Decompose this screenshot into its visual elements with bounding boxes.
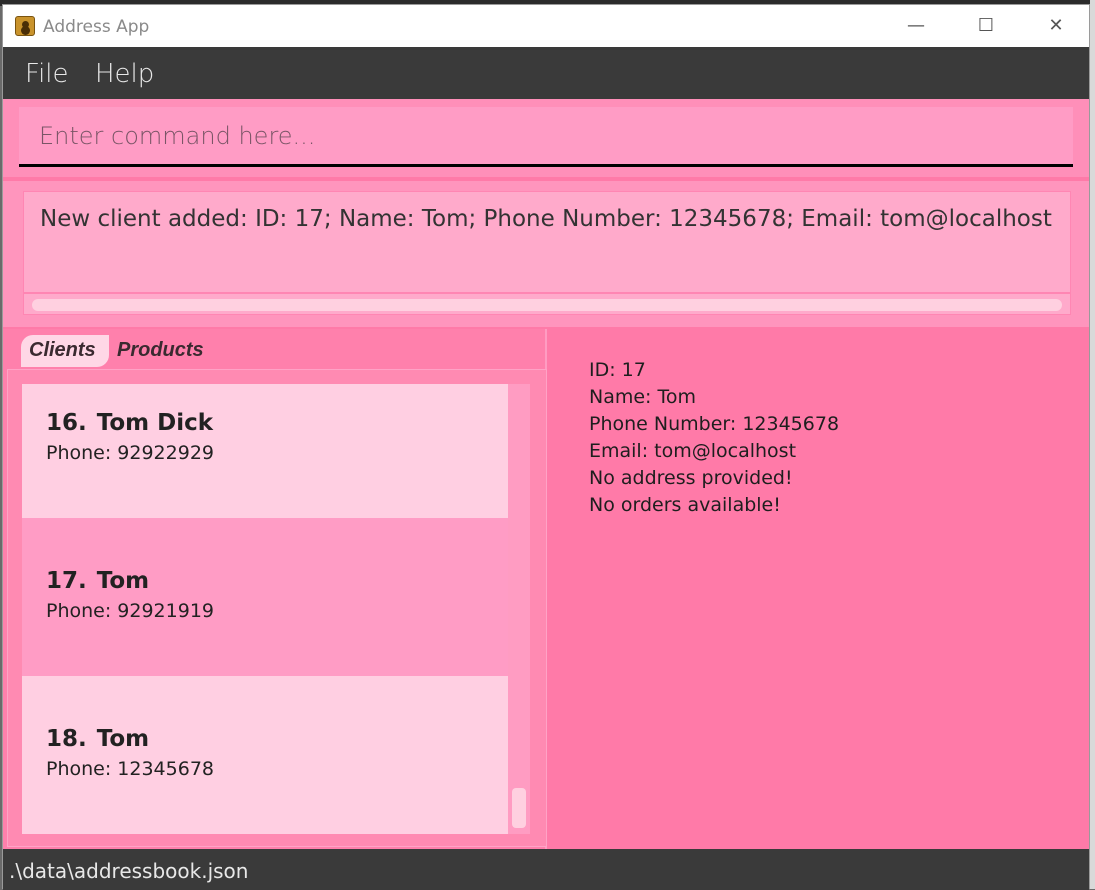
result-text-area[interactable]: New client added: ID: 17; Name: Tom; Pho…	[23, 191, 1071, 293]
save-location: .\data\addressbook.json	[9, 859, 249, 883]
window-title: Address App	[43, 17, 150, 37]
list-item[interactable]: 18. Tom Phone: 12345678	[22, 676, 508, 834]
tab-products[interactable]: Products	[117, 339, 204, 362]
minimize-button[interactable]: —	[893, 11, 939, 41]
detail-id: ID: 17	[589, 359, 646, 381]
menu-help[interactable]: Help	[95, 59, 154, 89]
client-index: 17.	[46, 568, 87, 594]
scrollbar-thumb[interactable]	[512, 788, 526, 828]
command-box	[3, 99, 1089, 177]
scrollbar-thumb[interactable]	[32, 299, 1062, 311]
client-title: 16. Tom Dick	[46, 410, 508, 436]
client-name: Tom Dick	[96, 410, 214, 436]
client-name: Tom	[96, 726, 150, 752]
tab-clients[interactable]: Clients	[21, 335, 109, 367]
detail-orders: No orders available!	[589, 494, 781, 516]
client-details: ID: 17 Name: Tom Phone Number: 12345678 …	[589, 357, 839, 519]
close-button[interactable]: ✕	[1033, 11, 1079, 41]
client-phone: Phone: 12345678	[46, 758, 215, 780]
title-bar[interactable]: Address App — ☐ ✕	[3, 5, 1089, 47]
list-item[interactable]: 16. Tom Dick Phone: 92922929	[22, 384, 508, 518]
client-phone: Phone: 92922929	[46, 442, 215, 464]
client-list: 16. Tom Dick Phone: 92922929 17. Tom Phone…	[7, 369, 547, 847]
client-detail-panel: ID: 17 Name: Tom Phone Number: 12345678 …	[549, 329, 1089, 849]
result-message: New client added: ID: 17; Name: Tom; Pho…	[40, 206, 1052, 232]
detail-name: Name: Tom	[589, 386, 697, 408]
detail-email: Email: tom@localhost	[589, 440, 797, 462]
detail-address: No address provided!	[589, 467, 793, 489]
maximize-button[interactable]: ☐	[963, 11, 1009, 41]
client-list-viewport: 16. Tom Dick Phone: 92922929 17. Tom Phone…	[22, 384, 508, 834]
list-item[interactable]: 17. Tom Phone: 92921919	[22, 518, 508, 676]
app-window: Address App — ☐ ✕ File Help New client a…	[2, 4, 1090, 890]
status-bar: .\data\addressbook.json	[3, 849, 1089, 890]
result-display: New client added: ID: 17; Name: Tom; Pho…	[3, 181, 1089, 327]
menu-file[interactable]: File	[25, 59, 69, 89]
list-vertical-scrollbar[interactable]	[508, 384, 530, 834]
menu-bar: File Help	[3, 47, 1089, 99]
client-index: 18.	[46, 726, 87, 752]
client-name: Tom	[96, 568, 150, 594]
client-phone: Phone: 92921919	[46, 600, 215, 622]
client-title: 18. Tom	[46, 726, 508, 752]
command-input[interactable]	[19, 107, 1073, 167]
client-list-panel: Clients Products 16. Tom Dick Phone: 9292…	[3, 329, 547, 849]
client-index: 16.	[46, 410, 87, 436]
background-edge	[1090, 0, 1095, 889]
result-horizontal-scrollbar[interactable]	[23, 293, 1071, 315]
client-title: 17. Tom	[46, 568, 508, 594]
address-book-icon	[15, 16, 35, 36]
detail-phone: Phone Number: 12345678	[589, 413, 840, 435]
